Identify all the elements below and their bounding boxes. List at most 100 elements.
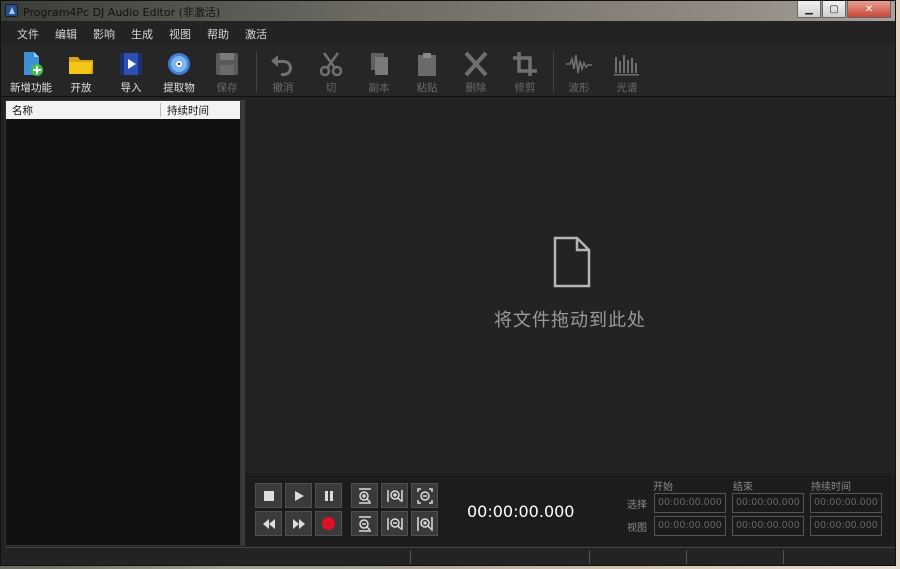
view-row-label: 视图 (627, 523, 647, 534)
start-column-label: 开始 (653, 482, 673, 493)
save-label: 保存 (216, 82, 238, 94)
minimize-button[interactable]: ▁ (797, 1, 821, 18)
extract-disc-icon (164, 51, 194, 77)
trim-button[interactable]: 修剪 (501, 49, 549, 95)
toolbar: 新增功能 开放 导入 提取物 保存 撤消 切 副本 粘贴 删除 修剪 波形 光谱 (1, 45, 895, 97)
undo-label: 撤消 (272, 82, 294, 94)
copy-button[interactable]: 副本 (355, 49, 403, 95)
delete-label: 删除 (465, 82, 487, 94)
cut-label: 切 (325, 82, 337, 94)
spectrum-button[interactable]: 光谱 (603, 49, 651, 95)
zoom-out-full-icon (416, 487, 433, 504)
menu-edit[interactable]: 编辑 (47, 23, 85, 43)
window-title: Program4Pc DJ Audio Editor (非激活) (23, 6, 221, 19)
zoom-in-horizontal-button[interactable] (381, 483, 408, 508)
column-name-header[interactable]: 名称 (12, 103, 33, 117)
record-button[interactable] (315, 511, 342, 536)
open-button[interactable]: 开放 (57, 49, 105, 95)
rewind-button[interactable] (255, 511, 282, 536)
import-label: 导入 (120, 82, 142, 94)
fast-forward-button[interactable] (285, 511, 312, 536)
menu-bar: 文件 编辑 影响 生成 视图 帮助 激活 (1, 23, 895, 43)
selection-start-field[interactable]: 00:00:00.000 (654, 493, 726, 513)
paste-button[interactable]: 粘贴 (403, 49, 451, 95)
zoom-out-vertical-button[interactable] (351, 511, 378, 536)
fast-forward-icon (292, 518, 305, 529)
zoom-out-full-button[interactable] (411, 483, 438, 508)
import-video-icon (116, 51, 146, 77)
cut-button[interactable]: 切 (307, 49, 355, 95)
new-features-button[interactable]: 新增功能 (7, 49, 55, 95)
title-bar: Program4Pc DJ Audio Editor (非激活) ▁ ▢ ✕ (1, 1, 895, 21)
zoom-selection-button[interactable] (411, 511, 438, 536)
duration-column-label: 持续时间 (811, 482, 851, 493)
save-icon (212, 51, 242, 77)
open-folder-icon (66, 51, 96, 77)
extract-button[interactable]: 提取物 (155, 49, 203, 95)
view-end-field[interactable]: 00:00:00.000 (732, 516, 804, 536)
zoom-selection-icon (416, 516, 433, 531)
app-logo-icon (5, 4, 18, 17)
trim-label: 修剪 (514, 82, 536, 94)
drop-hint-text: 将文件拖动到此处 (494, 310, 646, 331)
app-window: Program4Pc DJ Audio Editor (非激活) ▁ ▢ ✕ 文… (0, 0, 896, 566)
copy-label: 副本 (368, 82, 390, 94)
menu-activate[interactable]: 激活 (237, 23, 275, 43)
play-button[interactable] (285, 483, 312, 508)
zoom-in-vertical-button[interactable] (351, 483, 378, 508)
save-button[interactable]: 保存 (203, 49, 251, 95)
extract-label: 提取物 (163, 82, 195, 94)
play-icon (294, 490, 304, 501)
file-list-header: 名称 持续时间 (6, 101, 240, 119)
file-list-panel[interactable]: 名称 持续时间 (5, 100, 241, 546)
paste-label: 粘贴 (416, 82, 438, 94)
waveform-icon (564, 51, 594, 77)
end-column-label: 结束 (733, 482, 753, 493)
view-duration-field[interactable]: 00:00:00.000 (810, 516, 882, 536)
copy-icon (364, 51, 394, 77)
open-label: 开放 (70, 82, 92, 94)
undo-button[interactable]: 撤消 (259, 49, 307, 95)
selection-duration-field[interactable]: 00:00:00.000 (810, 493, 882, 513)
menu-view[interactable]: 视图 (161, 23, 199, 43)
spectrum-icon (612, 51, 642, 77)
menu-file[interactable]: 文件 (9, 23, 47, 43)
zoom-out-vertical-icon (358, 515, 371, 532)
close-button[interactable]: ✕ (847, 1, 891, 18)
trim-icon (510, 51, 540, 77)
cut-icon (316, 51, 346, 77)
zoom-in-vertical-icon (358, 487, 371, 504)
pause-button[interactable] (315, 483, 342, 508)
menu-generate[interactable]: 生成 (123, 23, 161, 43)
zoom-in-horizontal-icon (386, 489, 403, 502)
undo-icon (268, 51, 298, 77)
transport-panel: 00:00:00.000 开始 结束 持续时间 选择 视图 00:00:00.0… (245, 473, 895, 546)
view-start-field[interactable]: 00:00:00.000 (654, 516, 726, 536)
import-button[interactable]: 导入 (107, 49, 155, 95)
spectrum-label: 光谱 (616, 82, 638, 94)
status-bar (5, 547, 895, 565)
zoom-out-horizontal-button[interactable] (381, 511, 408, 536)
menu-effects[interactable]: 影响 (85, 23, 123, 43)
time-display: 00:00:00.000 (467, 502, 575, 521)
stop-icon (263, 490, 274, 501)
selection-row-label: 选择 (627, 500, 647, 511)
selection-end-field[interactable]: 00:00:00.000 (732, 493, 804, 513)
column-duration-header[interactable]: 持续时间 (160, 103, 234, 117)
pause-icon (324, 490, 333, 501)
waveform-label: 波形 (568, 82, 590, 94)
delete-button[interactable]: 删除 (452, 49, 500, 95)
stop-button[interactable] (255, 483, 282, 508)
new-features-label: 新增功能 (10, 82, 52, 94)
menu-help[interactable]: 帮助 (199, 23, 237, 43)
delete-icon (461, 51, 491, 77)
paste-icon (412, 51, 442, 77)
drop-zone[interactable]: 将文件拖动到此处 (245, 100, 895, 473)
rewind-icon (262, 518, 275, 529)
zoom-out-horizontal-icon (386, 517, 403, 530)
maximize-button[interactable]: ▢ (822, 1, 846, 18)
waveform-button[interactable]: 波形 (555, 49, 603, 95)
record-icon (322, 517, 335, 530)
new-features-icon (16, 51, 46, 77)
document-icon (553, 236, 591, 288)
